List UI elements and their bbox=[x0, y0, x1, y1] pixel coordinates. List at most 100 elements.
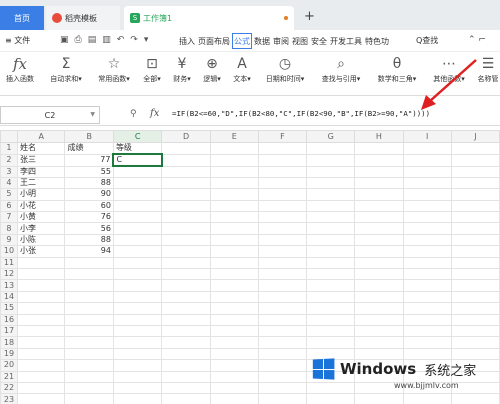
cell[interactable] bbox=[306, 302, 356, 315]
row-header[interactable]: 10 bbox=[0, 245, 18, 258]
cell[interactable] bbox=[450, 324, 500, 338]
cell[interactable] bbox=[354, 267, 404, 281]
cell[interactable] bbox=[209, 211, 259, 224]
search-button[interactable]: Q查找 bbox=[416, 35, 438, 46]
cell[interactable] bbox=[354, 393, 404, 404]
tab-page-layout[interactable]: 页面布局 bbox=[197, 33, 231, 49]
cell[interactable] bbox=[112, 165, 163, 178]
tab-workbook[interactable]: S 工作簿1 bbox=[124, 6, 294, 30]
cell[interactable] bbox=[112, 336, 163, 349]
cell[interactable] bbox=[450, 188, 500, 201]
cell[interactable] bbox=[402, 267, 452, 281]
cell[interactable] bbox=[209, 165, 259, 178]
lookup-button[interactable]: ⌕ 查找与引用▾ bbox=[316, 54, 366, 84]
cell[interactable] bbox=[257, 267, 308, 281]
cell[interactable] bbox=[257, 313, 308, 326]
row-header[interactable]: 13 bbox=[0, 279, 18, 292]
cell[interactable] bbox=[112, 347, 163, 361]
cell[interactable] bbox=[402, 313, 452, 326]
cell[interactable]: 姓名 bbox=[16, 142, 66, 155]
row-header[interactable]: 2 bbox=[0, 153, 18, 167]
cell[interactable] bbox=[64, 370, 114, 383]
cell[interactable] bbox=[257, 336, 308, 349]
cell[interactable]: 77 bbox=[64, 153, 114, 167]
row-header[interactable]: 15 bbox=[0, 302, 18, 315]
more-icon[interactable]: ▾ bbox=[144, 35, 155, 45]
cell[interactable] bbox=[209, 313, 259, 326]
row-header[interactable]: 1 bbox=[0, 142, 18, 155]
row-header[interactable]: 18 bbox=[0, 336, 18, 349]
cell[interactable] bbox=[64, 267, 114, 281]
redo-icon[interactable]: ↷ bbox=[130, 35, 144, 45]
cell[interactable]: 王二 bbox=[16, 176, 66, 190]
cell[interactable] bbox=[64, 359, 114, 372]
tab-developer[interactable]: 开发工具 bbox=[329, 33, 363, 49]
cell[interactable] bbox=[402, 165, 452, 178]
cell[interactable] bbox=[257, 302, 308, 315]
cell[interactable]: 等级 bbox=[112, 142, 163, 155]
cell[interactable] bbox=[161, 188, 211, 201]
cell[interactable] bbox=[112, 199, 163, 213]
cell[interactable] bbox=[306, 199, 356, 213]
cell[interactable] bbox=[354, 153, 404, 167]
cell[interactable] bbox=[306, 279, 356, 292]
cell[interactable] bbox=[112, 279, 163, 292]
cell[interactable] bbox=[112, 359, 163, 372]
cell[interactable] bbox=[112, 245, 163, 258]
cell[interactable] bbox=[257, 279, 308, 292]
cell[interactable] bbox=[402, 336, 452, 349]
cell[interactable] bbox=[161, 381, 211, 395]
cell[interactable] bbox=[402, 142, 452, 155]
cell[interactable] bbox=[209, 324, 259, 338]
cell[interactable] bbox=[16, 302, 66, 315]
row-header[interactable]: 11 bbox=[0, 256, 18, 270]
cell[interactable] bbox=[257, 165, 308, 178]
cell[interactable] bbox=[450, 290, 500, 304]
cell[interactable] bbox=[306, 336, 356, 349]
row-header[interactable]: 21 bbox=[0, 370, 18, 383]
cell[interactable] bbox=[16, 256, 66, 270]
cell[interactable] bbox=[112, 188, 163, 201]
cell[interactable] bbox=[16, 279, 66, 292]
cell[interactable] bbox=[112, 313, 163, 326]
cell[interactable]: 小花 bbox=[16, 199, 66, 213]
cell[interactable] bbox=[161, 302, 211, 315]
tab-data[interactable]: 数据 bbox=[253, 33, 271, 49]
cell[interactable] bbox=[257, 381, 308, 395]
row-header[interactable]: 7 bbox=[0, 211, 18, 224]
insert-function-button[interactable]: fx 插入函数 bbox=[2, 54, 38, 84]
active-cell[interactable]: C bbox=[112, 153, 163, 167]
cell[interactable] bbox=[306, 381, 356, 395]
cell[interactable] bbox=[257, 347, 308, 361]
cell[interactable] bbox=[257, 188, 308, 201]
select-all-corner[interactable] bbox=[0, 130, 18, 143]
cell[interactable] bbox=[402, 199, 452, 213]
cell[interactable] bbox=[402, 233, 452, 247]
cell[interactable]: 李四 bbox=[16, 165, 66, 178]
save-icon[interactable]: ▣ bbox=[60, 35, 75, 45]
cell[interactable] bbox=[112, 324, 163, 338]
date-time-button[interactable]: ◷ 日期和时间▾ bbox=[260, 54, 310, 84]
cell[interactable] bbox=[257, 176, 308, 190]
cell[interactable]: 90 bbox=[64, 188, 114, 201]
cell[interactable] bbox=[161, 359, 211, 372]
cell[interactable] bbox=[112, 370, 163, 383]
formula-input[interactable]: =IF(B2<=60,"D",IF(B2<80,"C",IF(B2<90,"B"… bbox=[172, 109, 430, 118]
cell[interactable] bbox=[354, 165, 404, 178]
cell[interactable]: 小李 bbox=[16, 222, 66, 235]
cell[interactable]: 88 bbox=[64, 233, 114, 247]
cell[interactable] bbox=[64, 324, 114, 338]
cell[interactable] bbox=[161, 233, 211, 247]
cell[interactable] bbox=[257, 393, 308, 404]
cell[interactable] bbox=[257, 233, 308, 247]
cell[interactable] bbox=[161, 256, 211, 270]
row-header[interactable]: 23 bbox=[0, 393, 18, 404]
cell[interactable] bbox=[161, 279, 211, 292]
zoom-icon[interactable]: ⚲ bbox=[130, 109, 137, 119]
cell[interactable] bbox=[306, 142, 356, 155]
cell[interactable] bbox=[112, 393, 163, 404]
cell[interactable] bbox=[306, 267, 356, 281]
cell[interactable] bbox=[209, 381, 259, 395]
cell[interactable] bbox=[161, 290, 211, 304]
cell[interactable] bbox=[402, 188, 452, 201]
